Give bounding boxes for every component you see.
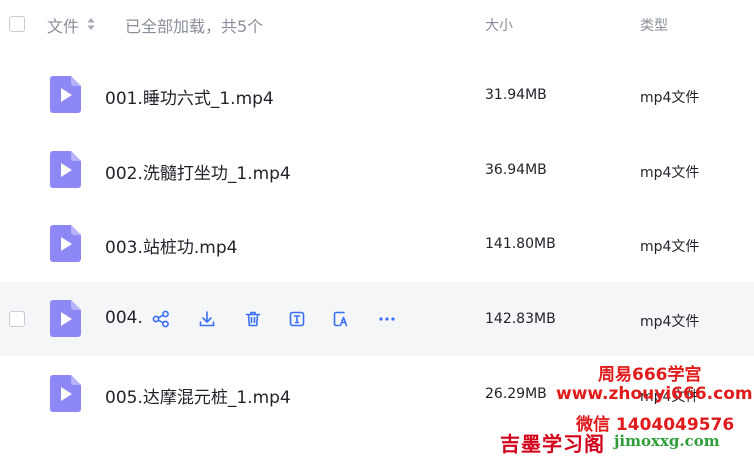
file-size: 31.94MB [485,87,547,103]
download-icon[interactable] [197,309,217,329]
file-type: mp4文件 [640,314,700,330]
file-list-header: 文件 已全部加载，共5个 大小 类型 [0,0,754,48]
file-type: mp4文件 [640,239,700,255]
video-file-icon [50,225,81,262]
name-column-header[interactable]: 文件 [47,13,79,37]
sort-icon[interactable] [87,17,95,31]
file-type: mp4文件 [640,90,700,106]
file-size: 142.83MB [485,311,556,327]
type-column-header[interactable]: 类型 [640,15,668,35]
file-row[interactable]: 003.站桩功.mp4 141.80MB mp4文件 [0,207,754,281]
video-file-icon [50,76,81,113]
rename-icon[interactable] [287,309,307,329]
file-type: mp4文件 [640,165,700,181]
delete-icon[interactable] [243,309,263,329]
file-size: 36.94MB [485,162,547,178]
row-action-bar [150,282,400,356]
copy-icon[interactable] [331,309,351,329]
video-file-icon [50,375,81,412]
file-size: 26.29MB [485,386,547,402]
file-name[interactable]: 004. [105,308,143,328]
file-row[interactable]: 002.洗髓打坐功_1.mp4 36.94MB mp4文件 [0,133,754,207]
file-row[interactable]: 001.睡功六式_1.mp4 31.94MB mp4文件 [0,58,754,132]
file-name[interactable]: 003.站桩功.mp4 [105,233,237,258]
watermark-title: 周易666学宫 [598,365,702,385]
file-name[interactable]: 001.睡功六式_1.mp4 [105,84,274,109]
watermark-brand: 吉墨学习阁 [500,432,605,456]
row-checkbox[interactable] [9,311,25,327]
size-column-header[interactable]: 大小 [485,15,513,35]
file-name[interactable]: 002.洗髓打坐功_1.mp4 [105,159,291,184]
file-row-hovered[interactable]: 004. 142.83MB mp4文件 [0,282,754,356]
watermark-brand-url: jimoxxg.com [614,432,720,450]
file-size: 141.80MB [485,236,556,252]
share-icon[interactable] [151,309,171,329]
video-file-icon [50,151,81,188]
video-file-icon [50,300,81,337]
more-icon[interactable] [377,309,397,329]
load-status-text: 已全部加载，共5个 [125,17,264,36]
select-all-checkbox[interactable] [9,16,25,32]
file-name[interactable]: 005.达摩混元桩_1.mp4 [105,383,291,408]
watermark-url: www.zhouyi666.com [556,384,753,404]
